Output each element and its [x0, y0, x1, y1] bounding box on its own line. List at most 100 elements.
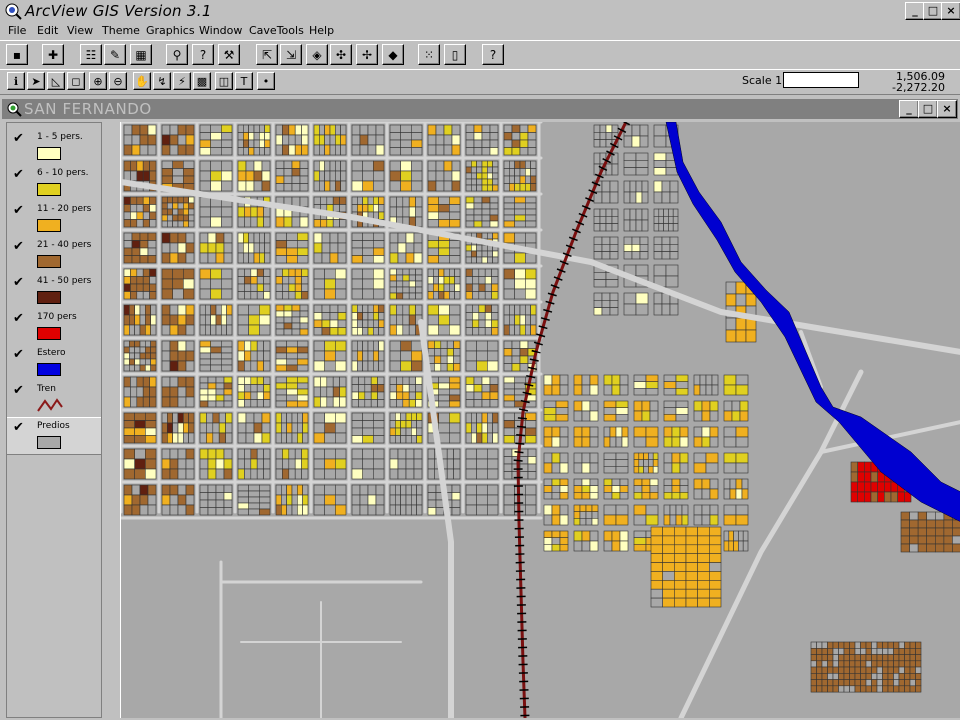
zoom-full-extent-button[interactable]: ⇱ — [256, 44, 278, 65]
draw-point-tool[interactable]: • — [257, 72, 275, 90]
query-builder-button[interactable]: ⚒ — [218, 44, 240, 65]
vertex-edit-tool[interactable]: ◺ — [47, 72, 65, 90]
checkbox-icon[interactable]: ✔ — [13, 311, 24, 326]
menu-view[interactable]: View — [67, 24, 93, 37]
parcel — [573, 384, 583, 396]
parcel — [524, 504, 537, 516]
parcel — [335, 124, 341, 136]
parcel — [898, 672, 905, 680]
checkbox-icon[interactable]: ✔ — [13, 275, 24, 290]
view-minimize-button[interactable]: _ — [899, 100, 919, 118]
theme-properties-button[interactable]: ☷ — [80, 44, 102, 65]
checkbox-icon[interactable]: ✔ — [13, 239, 24, 254]
measure-tool[interactable]: ↯ — [153, 72, 171, 90]
identify-tool[interactable]: ℹ — [7, 72, 25, 90]
checkbox-icon[interactable]: ✔ — [13, 420, 24, 435]
legend-item-11-20[interactable]: ✔ 11 - 20 pers — [7, 201, 101, 237]
menu-help[interactable]: Help — [309, 24, 334, 37]
menu-theme[interactable]: Theme — [102, 24, 140, 37]
parcel — [593, 292, 603, 301]
map-canvas[interactable] — [121, 122, 960, 718]
parcel — [491, 319, 499, 328]
checkbox-icon[interactable]: ✔ — [13, 383, 24, 398]
hotlink-tool[interactable]: ⚡ — [173, 72, 191, 90]
legend-item-6-10[interactable]: ✔ 6 - 10 pers. — [7, 165, 101, 201]
text-tool[interactable]: T — [235, 72, 253, 90]
map-display[interactable] — [120, 122, 960, 718]
zoom-active-themes-button[interactable]: ⇲ — [280, 44, 302, 65]
label-tool[interactable]: ◫ — [215, 72, 233, 90]
open-table-button[interactable]: ▦ — [130, 44, 152, 65]
menu-cavetools[interactable]: CaveTools — [249, 24, 304, 37]
zoom-out-button[interactable]: ✢ — [356, 44, 378, 65]
parcel — [416, 412, 423, 421]
zoom-out-tool[interactable]: ⊖ — [109, 72, 127, 90]
pointer-tool[interactable]: ➤ — [27, 72, 45, 90]
parcel — [377, 376, 385, 385]
parcel — [559, 504, 569, 516]
view-maximize-button[interactable]: □ — [918, 100, 938, 118]
pan-tool[interactable]: ✋ — [133, 72, 151, 90]
parcel — [324, 340, 336, 352]
legend-item-170[interactable]: ✔ 170 pers — [7, 309, 101, 345]
parcel — [134, 458, 146, 470]
save-project-button[interactable]: ▪ — [6, 44, 28, 65]
parcel — [286, 432, 293, 444]
find-button[interactable]: ⚲ — [166, 44, 188, 65]
parcel — [821, 679, 828, 687]
parcel — [150, 324, 157, 336]
legend-item-1-5[interactable]: ✔ 1 - 5 pers. — [7, 129, 101, 165]
menu-file[interactable]: File — [8, 24, 26, 37]
maximize-button[interactable]: □ — [923, 2, 943, 20]
view-close-button[interactable]: × — [937, 100, 957, 118]
parcel — [283, 316, 293, 324]
help-button[interactable]: ? — [482, 44, 504, 65]
legend-item-tren[interactable]: ✔ Tren — [7, 381, 101, 417]
parcel — [503, 252, 515, 264]
legend-item-41-50[interactable]: ✔ 41 - 50 pers — [7, 273, 101, 309]
parcel — [199, 432, 207, 444]
clear-selection-button[interactable]: ▯ — [444, 44, 466, 65]
parcel — [653, 244, 663, 252]
parcel — [166, 412, 173, 424]
checkbox-icon[interactable]: ✔ — [13, 347, 24, 362]
select-feature-tool[interactable]: ◻ — [67, 72, 85, 90]
parcel — [671, 426, 681, 438]
scale-input[interactable] — [783, 72, 859, 88]
zoom-previous-button[interactable]: ◆ — [382, 44, 404, 65]
menu-window[interactable]: Window — [199, 24, 242, 37]
parcel — [400, 427, 407, 436]
zoom-in-tool[interactable]: ⊕ — [89, 72, 107, 90]
parcel — [593, 307, 603, 316]
parcel — [299, 196, 309, 208]
checkbox-icon[interactable]: ✔ — [13, 203, 24, 218]
parcel — [188, 208, 195, 216]
zoom-in-button[interactable]: ✣ — [330, 44, 352, 65]
legend-item-predios[interactable]: ✔ Predios — [7, 417, 101, 455]
parcel — [555, 407, 569, 415]
parcel — [415, 206, 423, 218]
parcel — [210, 288, 222, 300]
zoom-selected-button[interactable]: ◈ — [306, 44, 328, 65]
checkbox-icon[interactable]: ✔ — [13, 131, 24, 146]
select-features-button[interactable]: ⁙ — [418, 44, 440, 65]
parcel — [593, 139, 601, 148]
parcel — [147, 232, 157, 241]
legend-item-estero[interactable]: ✔ Estero — [7, 345, 101, 381]
menu-edit[interactable]: Edit — [37, 24, 58, 37]
close-button[interactable]: × — [941, 2, 960, 20]
area-of-interest-tool[interactable]: ▩ — [193, 72, 211, 90]
menu-graphics[interactable]: Graphics — [146, 24, 195, 37]
parcel — [838, 685, 845, 693]
minimize-button[interactable]: _ — [905, 2, 925, 20]
parcel — [286, 484, 293, 496]
parcel — [605, 132, 613, 140]
parcel — [319, 170, 325, 182]
locate-address-button[interactable]: ? — [192, 44, 214, 65]
add-theme-button[interactable]: ✚ — [42, 44, 64, 65]
edit-legend-button[interactable]: ✎ — [104, 44, 126, 65]
parcel — [199, 147, 211, 156]
parcel — [451, 180, 461, 192]
checkbox-icon[interactable]: ✔ — [13, 167, 24, 182]
legend-item-21-40[interactable]: ✔ 21 - 40 pers — [7, 237, 101, 273]
